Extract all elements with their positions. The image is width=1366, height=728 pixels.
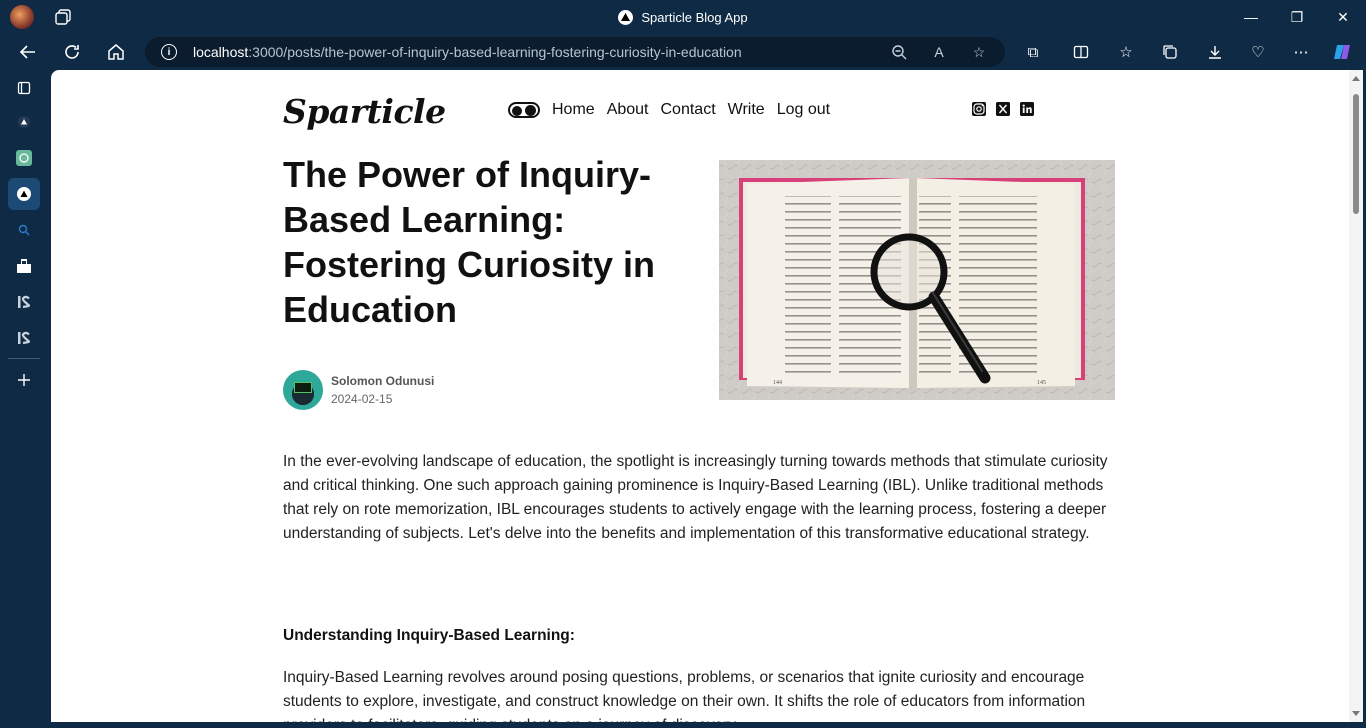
url-host: localhost [193, 44, 249, 60]
sidebar-is-app-icon[interactable] [8, 286, 40, 318]
nav-logout[interactable]: Log out [777, 101, 830, 119]
read-aloud-icon[interactable]: A [930, 43, 948, 61]
sidebar-app-icon[interactable] [8, 250, 40, 282]
social-links [972, 102, 1034, 116]
book-magnifier-illustration: 144 145 [719, 160, 1115, 400]
svg-text:144: 144 [773, 380, 782, 386]
browser-sidebar [0, 70, 48, 728]
performance-icon[interactable]: ♡ [1248, 42, 1268, 62]
author-name[interactable]: Solomon Odunusi [331, 374, 434, 388]
refresh-button[interactable] [58, 38, 86, 66]
page-scrollbar[interactable] [1349, 70, 1363, 722]
window-title: Sparticle Blog App [0, 0, 1366, 34]
sidebar-search-icon[interactable] [8, 214, 40, 246]
home-button[interactable] [102, 38, 130, 66]
sidebar-tabs-icon[interactable] [8, 72, 40, 104]
browser-toolbar: i localhost:3000/posts/the-power-of-inqu… [0, 34, 1366, 70]
instagram-icon[interactable] [972, 102, 986, 116]
extensions-icon[interactable]: ⧉ [1023, 42, 1043, 62]
section-body-paragraph: Inquiry-Based Learning revolves around p… [283, 669, 1086, 722]
toggle-knob [512, 105, 522, 116]
section-heading: Understanding Inquiry-Based Learning: [283, 627, 575, 644]
site-logo[interactable]: Sparticle [283, 92, 446, 131]
nav-write[interactable]: Write [728, 101, 765, 119]
web-page: Sparticle Home About Contact Write Log o… [51, 70, 1363, 722]
scroll-up-arrow[interactable] [1352, 76, 1360, 81]
favorite-star-icon[interactable]: ☆ [970, 43, 988, 61]
post-intro-paragraph: In the ever-evolving landscape of educat… [283, 453, 1108, 542]
post-date: 2024-02-15 [331, 392, 393, 406]
home-icon [108, 44, 124, 60]
scroll-down-arrow[interactable] [1352, 711, 1360, 716]
sidebar-add-icon[interactable] [8, 364, 40, 396]
split-screen-icon[interactable] [1071, 42, 1091, 62]
favorites-icon[interactable]: ☆ [1116, 42, 1136, 62]
window-title-text: Sparticle Blog App [641, 9, 748, 25]
post-title: The Power of Inquiry-Based Learning: Fos… [283, 154, 656, 330]
nav-about[interactable]: About [607, 101, 649, 119]
sidebar-sparticle-app-icon[interactable] [8, 178, 40, 210]
refresh-icon [65, 45, 79, 59]
sidebar-divider [8, 358, 40, 359]
sidebar-is-app-2-icon[interactable] [8, 322, 40, 354]
title-bar: Sparticle Blog App — ❐ ✕ [0, 0, 1366, 34]
scroll-thumb[interactable] [1353, 94, 1359, 214]
author-avatar[interactable] [283, 370, 323, 410]
sun-icon [525, 105, 536, 116]
sidebar-vercel-app-icon[interactable] [8, 106, 40, 138]
sidebar-chatgpt-icon[interactable] [8, 142, 40, 174]
x-icon[interactable] [996, 102, 1010, 116]
arrow-left-icon [19, 45, 35, 59]
nav-home[interactable]: Home [552, 101, 595, 119]
zoom-icon[interactable] [890, 43, 908, 61]
copilot-icon[interactable] [1332, 42, 1352, 62]
linkedin-icon[interactable] [1020, 102, 1034, 116]
avatar-screen-graphic [294, 382, 312, 393]
nav-contact[interactable]: Contact [661, 101, 716, 119]
downloads-icon[interactable] [1205, 42, 1225, 62]
vercel-tab-icon [618, 9, 634, 25]
address-bar[interactable]: i localhost:3000/posts/the-power-of-inqu… [145, 37, 1005, 67]
url-text[interactable]: localhost:3000/posts/the-power-of-inquir… [193, 44, 742, 60]
theme-toggle[interactable] [508, 102, 540, 118]
hero-image: 144 145 [719, 160, 1115, 400]
site-nav: Home About Contact Write Log out [552, 101, 830, 119]
back-button[interactable] [14, 38, 42, 66]
svg-text:145: 145 [1037, 380, 1046, 386]
close-button[interactable]: ✕ [1320, 0, 1366, 34]
url-path: :3000/posts/the-power-of-inquiry-based-l… [248, 44, 742, 60]
minimize-button[interactable]: — [1228, 0, 1274, 34]
site-info-icon[interactable]: i [161, 44, 177, 60]
collections-icon[interactable] [1160, 42, 1180, 62]
more-menu-icon[interactable]: ⋯ [1291, 42, 1311, 62]
restore-button[interactable]: ❐ [1274, 0, 1320, 34]
